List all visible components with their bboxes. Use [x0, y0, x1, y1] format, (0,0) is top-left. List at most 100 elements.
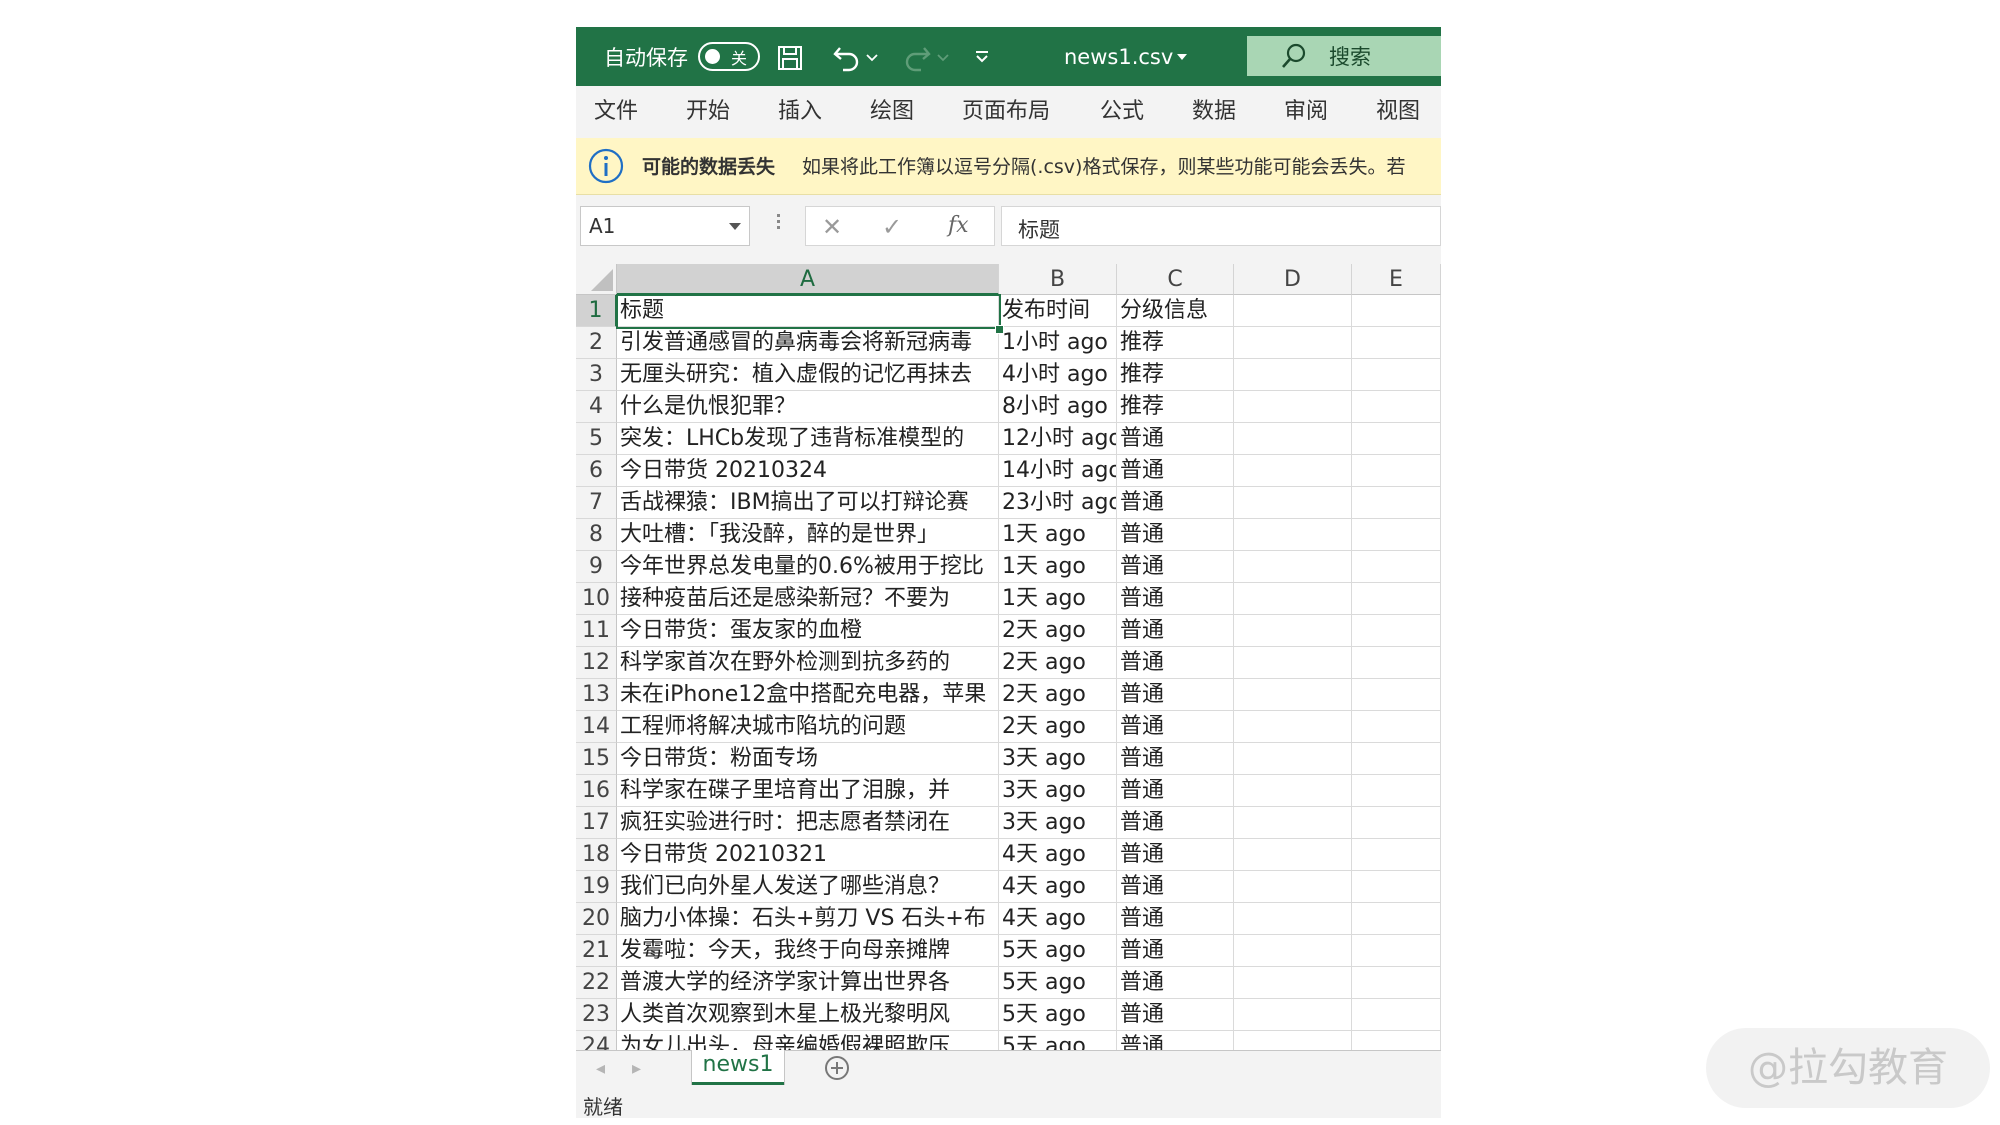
- cell-e[interactable]: [1352, 1031, 1441, 1050]
- cell-d[interactable]: [1234, 487, 1352, 519]
- cell-c[interactable]: 普通: [1117, 903, 1234, 935]
- cell-d[interactable]: [1234, 423, 1352, 455]
- add-sheet-icon[interactable]: [825, 1056, 849, 1080]
- cell-a[interactable]: 接种疫苗后还是感染新冠？不要为: [617, 583, 999, 615]
- cell-a[interactable]: 发霉啦：今天，我终于向母亲摊牌: [617, 935, 999, 967]
- cell-d[interactable]: [1234, 295, 1352, 327]
- row-header[interactable]: 11: [576, 615, 617, 647]
- row-header[interactable]: 4: [576, 391, 617, 423]
- cell-c[interactable]: 普通: [1117, 551, 1234, 583]
- cell-c[interactable]: 普通: [1117, 679, 1234, 711]
- row-header[interactable]: 20: [576, 903, 617, 935]
- cell-a[interactable]: 无厘头研究：植入虚假的记忆再抹去: [617, 359, 999, 391]
- save-icon[interactable]: [776, 44, 804, 72]
- column-header-b[interactable]: B: [999, 264, 1117, 295]
- cell-b[interactable]: 1天 ago: [999, 551, 1117, 583]
- row-header[interactable]: 15: [576, 743, 617, 775]
- cell-a[interactable]: 大吐槽：「我没醉，醉的是世界」: [617, 519, 999, 551]
- row-header[interactable]: 5: [576, 423, 617, 455]
- cell-b[interactable]: 3天 ago: [999, 743, 1117, 775]
- cell-c[interactable]: 推荐: [1117, 359, 1234, 391]
- cell-b[interactable]: 4天 ago: [999, 871, 1117, 903]
- cell-e[interactable]: [1352, 935, 1441, 967]
- cell-c[interactable]: 普通: [1117, 967, 1234, 999]
- cell-d[interactable]: [1234, 967, 1352, 999]
- cell-c[interactable]: 普通: [1117, 487, 1234, 519]
- cell-a[interactable]: 未在iPhone12盒中搭配充电器，苹果: [617, 679, 999, 711]
- cell-d[interactable]: [1234, 455, 1352, 487]
- cell-a[interactable]: 工程师将解决城市陷坑的问题: [617, 711, 999, 743]
- row-header[interactable]: 22: [576, 967, 617, 999]
- cell-a[interactable]: 舌战裸猿：IBM搞出了可以打辩论赛: [617, 487, 999, 519]
- row-header[interactable]: 2: [576, 327, 617, 359]
- cell-d[interactable]: [1234, 615, 1352, 647]
- row-header[interactable]: 9: [576, 551, 617, 583]
- cell-a[interactable]: 我们已向外星人发送了哪些消息？: [617, 871, 999, 903]
- cell-e[interactable]: [1352, 807, 1441, 839]
- cell-b[interactable]: 14小时 ago: [999, 455, 1117, 487]
- cell-e[interactable]: [1352, 775, 1441, 807]
- row-header[interactable]: 12: [576, 647, 617, 679]
- cell-d[interactable]: [1234, 359, 1352, 391]
- cell-d[interactable]: [1234, 935, 1352, 967]
- row-header[interactable]: 23: [576, 999, 617, 1031]
- cell-b[interactable]: 3天 ago: [999, 807, 1117, 839]
- cell-d[interactable]: [1234, 551, 1352, 583]
- row-header[interactable]: 14: [576, 711, 617, 743]
- cell-d[interactable]: [1234, 775, 1352, 807]
- cell-b[interactable]: 4天 ago: [999, 839, 1117, 871]
- prev-sheet-icon[interactable]: ◂: [596, 1058, 605, 1079]
- tab-insert[interactable]: 插入: [778, 86, 822, 138]
- name-box[interactable]: A1: [580, 206, 750, 246]
- cell-c[interactable]: 普通: [1117, 519, 1234, 551]
- cell-e[interactable]: [1352, 711, 1441, 743]
- tab-draw[interactable]: 绘图: [870, 86, 914, 138]
- row-header[interactable]: 13: [576, 679, 617, 711]
- cell-a[interactable]: 什么是仇恨犯罪？: [617, 391, 999, 423]
- cell-b[interactable]: 2天 ago: [999, 711, 1117, 743]
- cell-b[interactable]: 3天 ago: [999, 775, 1117, 807]
- column-header-d[interactable]: D: [1234, 264, 1352, 295]
- cell-b[interactable]: 4小时 ago: [999, 359, 1117, 391]
- cell-a[interactable]: 脑力小体操：石头+剪刀 VS 石头+布: [617, 903, 999, 935]
- redo-dropdown-icon[interactable]: [937, 54, 949, 62]
- tab-review[interactable]: 审阅: [1284, 86, 1328, 138]
- cell-d[interactable]: [1234, 327, 1352, 359]
- cell-b[interactable]: 发布时间: [999, 295, 1117, 327]
- cell-c[interactable]: 普通: [1117, 1031, 1234, 1050]
- file-name[interactable]: news1.csv: [1064, 27, 1173, 86]
- cell-d[interactable]: [1234, 743, 1352, 775]
- insert-function-icon[interactable]: fx: [948, 213, 969, 238]
- cell-e[interactable]: [1352, 903, 1441, 935]
- cell-c[interactable]: 普通: [1117, 743, 1234, 775]
- cell-c[interactable]: 普通: [1117, 839, 1234, 871]
- cancel-icon[interactable]: ✕: [822, 213, 842, 241]
- cell-a[interactable]: 人类首次观察到木星上极光黎明风: [617, 999, 999, 1031]
- column-header-a[interactable]: A: [617, 264, 999, 295]
- cell-e[interactable]: [1352, 359, 1441, 391]
- cell-b[interactable]: 1天 ago: [999, 519, 1117, 551]
- fill-handle[interactable]: [995, 325, 1004, 334]
- sheet-tab-news1[interactable]: news1: [692, 1050, 784, 1085]
- cell-c[interactable]: 普通: [1117, 871, 1234, 903]
- cell-c[interactable]: 普通: [1117, 711, 1234, 743]
- tab-file[interactable]: 文件: [594, 86, 638, 138]
- cell-a[interactable]: 今年世界总发电量的0.6%被用于挖比: [617, 551, 999, 583]
- next-sheet-icon[interactable]: ▸: [632, 1058, 641, 1079]
- cell-e[interactable]: [1352, 967, 1441, 999]
- cell-c[interactable]: 推荐: [1117, 391, 1234, 423]
- row-header[interactable]: 8: [576, 519, 617, 551]
- row-header[interactable]: 1: [576, 295, 617, 327]
- cell-a[interactable]: 今日带货：蛋友家的血橙: [617, 615, 999, 647]
- cell-e[interactable]: [1352, 455, 1441, 487]
- filename-dropdown-icon[interactable]: [1176, 53, 1188, 61]
- cell-b[interactable]: 2天 ago: [999, 615, 1117, 647]
- cell-e[interactable]: [1352, 423, 1441, 455]
- undo-icon[interactable]: [832, 42, 862, 72]
- cell-a[interactable]: 突发：LHCb发现了违背标准模型的: [617, 423, 999, 455]
- tab-page-layout[interactable]: 页面布局: [962, 86, 1050, 138]
- row-header[interactable]: 10: [576, 583, 617, 615]
- cell-a[interactable]: 引发普通感冒的鼻病毒会将新冠病毒: [617, 327, 999, 359]
- cell-a[interactable]: 今日带货 20210324: [617, 455, 999, 487]
- cell-e[interactable]: [1352, 391, 1441, 423]
